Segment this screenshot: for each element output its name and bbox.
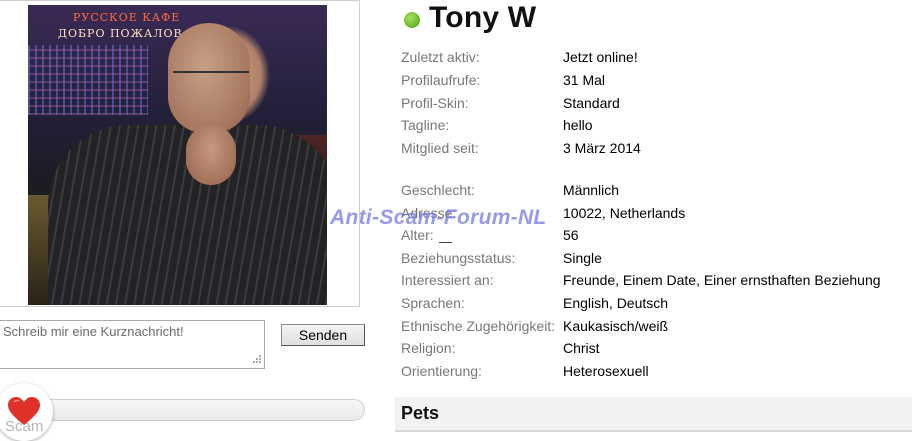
detail-label: Profilaufrufe: <box>401 72 481 88</box>
detail-value: hello <box>563 117 593 133</box>
detail-label: Geschlecht: <box>401 182 475 198</box>
detail-row-orientation: Orientierung: Heterosexuell <box>401 361 912 381</box>
short-message-input[interactable] <box>0 320 265 369</box>
detail-row-ethnicity: Ethnische Zugehörigkeit: Kaukasisch/weiß <box>401 316 912 336</box>
photo-background-lights <box>28 45 148 115</box>
detail-label: Alter: <box>401 227 434 243</box>
detail-label: Religion: <box>401 340 456 356</box>
detail-label: Sprachen: <box>401 295 465 311</box>
detail-label: Ethnische Zugehörigkeit: <box>401 318 556 334</box>
detail-row-address: Adresse: 10022, Netherlands <box>401 203 912 223</box>
detail-value: Freunde, Einem Date, Einer ernsthaften B… <box>563 272 881 288</box>
pets-section-header: Pets <box>395 397 912 432</box>
detail-row-relationship-status: Beziehungsstatus: Single <box>401 248 912 268</box>
detail-label: Profil-Skin: <box>401 95 469 111</box>
detail-row-gender: Geschlecht: Männlich <box>401 180 912 200</box>
detail-row-last-active: Zuletzt aktiv: Jetzt online! <box>401 47 912 67</box>
detail-label: Mitglied seit: <box>401 140 479 156</box>
detail-row-interested-in: Interessiert an: Freunde, Einem Date, Ei… <box>401 270 912 290</box>
profile-photo-frame: РУССКОЕ КАФЕ ДОБРО ПОЖАЛОВ <box>0 0 360 307</box>
detail-row-profile-views: Profilaufrufe: 31 Mal <box>401 70 912 90</box>
detail-row-religion: Religion: Christ <box>401 338 912 358</box>
detail-value: 10022, Netherlands <box>563 205 686 221</box>
online-status-dot-icon <box>404 12 420 28</box>
pets-section-title: Pets <box>401 403 440 423</box>
detail-value: Heterosexuell <box>563 363 649 379</box>
textarea-resize-handle-icon[interactable] <box>250 354 262 366</box>
detail-value: Jetzt online! <box>563 49 638 65</box>
photo-neon-sign-line1: РУССКОЕ КАФЕ <box>73 11 181 24</box>
detail-value: 56 <box>563 227 579 243</box>
like-slider-track[interactable] <box>20 399 365 421</box>
detail-label: Interessiert an: <box>401 272 494 288</box>
detail-row-profile-skin: Profil-Skin: Standard <box>401 93 912 113</box>
detail-value: 31 Mal <box>563 72 606 88</box>
detail-label: Zuletzt aktiv: <box>401 49 480 65</box>
detail-row-languages: Sprachen: English, Deutsch <box>401 293 912 313</box>
photo-person-hand <box>186 125 236 185</box>
profile-photo[interactable]: РУССКОЕ КАФЕ ДОБРО ПОЖАЛОВ <box>28 5 327 305</box>
detail-value: English, Deutsch <box>563 295 669 311</box>
photo-person-glasses <box>173 71 249 83</box>
detail-row-member-since: Mitglied seit: 3 März 2014 <box>401 138 912 158</box>
detail-value: Standard <box>563 95 620 111</box>
send-button[interactable]: Senden <box>281 324 365 346</box>
detail-value: Christ <box>563 340 600 356</box>
detail-row-age: Alter: 56 <box>401 225 912 245</box>
detail-row-tagline: Tagline: hello <box>401 115 912 135</box>
detail-value: Single <box>563 250 602 266</box>
detail-label: Orientierung: <box>401 363 482 379</box>
detail-label: Adresse: <box>401 205 457 221</box>
profile-name: Tony W <box>429 1 537 34</box>
detail-label: Beziehungsstatus: <box>401 250 516 266</box>
detail-label: Tagline: <box>401 117 450 133</box>
watermark-bottom: Scam <box>5 418 44 435</box>
detail-value: 3 März 2014 <box>563 140 641 156</box>
age-underscore-mark <box>439 242 452 243</box>
photo-neon-sign-line2: ДОБРО ПОЖАЛОВ <box>58 27 183 40</box>
detail-value: Kaukasisch/weiß <box>563 318 669 334</box>
detail-value: Männlich <box>563 182 620 198</box>
